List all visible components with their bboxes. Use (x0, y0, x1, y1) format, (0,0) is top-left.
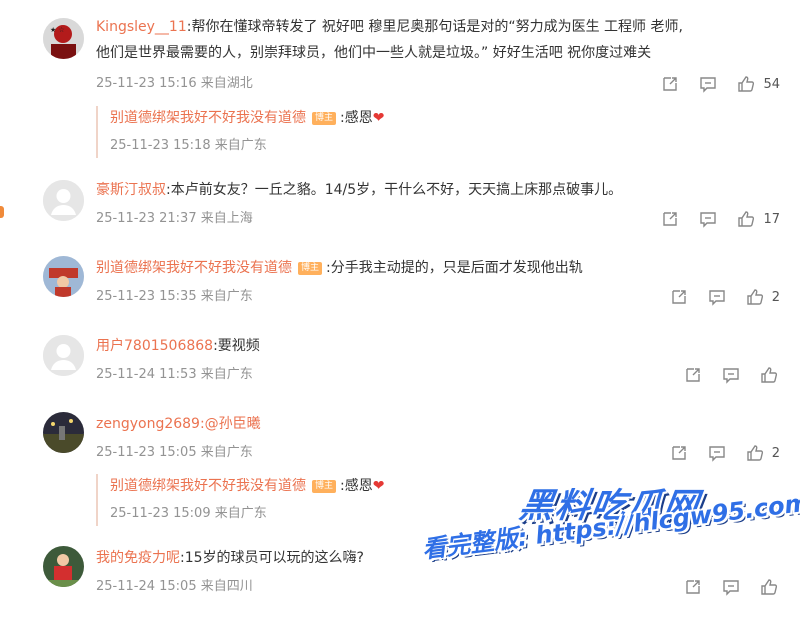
comment-actions (666, 364, 780, 386)
comment-actions (666, 576, 780, 598)
heart-icon: ❤ (372, 478, 385, 494)
reply-block: 别道德绑架我好不好我没有道德 博主:感恩❤ 25-11-23 15:18 来自广东 (96, 106, 778, 158)
like-count: 17 (763, 211, 780, 227)
comment-actions: 17 (643, 208, 780, 230)
share-icon[interactable] (659, 208, 681, 230)
like-icon[interactable] (735, 208, 757, 230)
share-icon[interactable] (668, 286, 690, 308)
heart-icon: ❤ (372, 110, 385, 126)
author-badge: 博主 (312, 480, 337, 493)
comment-icon[interactable] (697, 208, 719, 230)
comment-text: Kingsley__11:帮你在懂球帝转发了 祝好吧 穆里尼奥那句话是对的“努力… (96, 19, 683, 35)
like-icon[interactable] (744, 286, 766, 308)
reply-block: 别道德绑架我好不好我没有道德 博主:感恩❤ 25-11-23 15:09 来自广东 (96, 474, 778, 526)
reply-text: 别道德绑架我好不好我没有道德 博主:感恩❤ (110, 478, 385, 494)
username-link[interactable]: 别道德绑架我好不好我没有道德 (96, 260, 292, 276)
username-link[interactable]: 我的免疫力呢 (96, 550, 180, 566)
username-link[interactable]: 用户7801506868 (96, 338, 213, 354)
username-link[interactable]: 豪斯汀叔叔 (96, 182, 166, 198)
comment-timestamp: 25-11-23 15:05 来自广东 (96, 445, 253, 460)
comment-icon[interactable] (706, 286, 728, 308)
like-icon[interactable] (735, 73, 757, 95)
mention-link[interactable]: :@孙臣曦 (200, 416, 261, 432)
share-icon[interactable] (659, 73, 681, 95)
comment-timestamp: 25-11-24 11:53 来自广东 (96, 367, 253, 382)
edge-marker (0, 206, 4, 218)
comment-text: 豪斯汀叔叔:本卢前女友？一丘之貉。14/5岁，干什么不好，天天搞上床那点破事儿。 (96, 182, 623, 198)
share-icon[interactable] (682, 576, 704, 598)
avatar[interactable] (43, 412, 84, 453)
comment-timestamp: 25-11-23 21:37 来自上海 (96, 211, 253, 226)
comment-actions: 54 (643, 73, 780, 95)
like-icon[interactable] (758, 364, 780, 386)
reply-username-link[interactable]: 别道德绑架我好不好我没有道德 (110, 110, 306, 126)
like-count: 54 (763, 76, 780, 92)
author-badge: 博主 (298, 262, 323, 275)
comment-timestamp: 25-11-23 15:35 来自广东 (96, 289, 253, 304)
like-icon[interactable] (744, 442, 766, 464)
comment-icon[interactable] (706, 442, 728, 464)
comment-actions: 2 (652, 442, 780, 464)
avatar[interactable] (43, 180, 84, 221)
comment-icon[interactable] (697, 73, 719, 95)
avatar[interactable] (43, 546, 84, 587)
like-count: 2 (771, 289, 780, 305)
comment-icon[interactable] (720, 364, 742, 386)
comment-text: zengyong2689:@孙臣曦 (96, 414, 261, 434)
avatar[interactable] (43, 256, 84, 297)
reply-username-link[interactable]: 别道德绑架我好不好我没有道德 (110, 478, 306, 494)
username-link[interactable]: Kingsley__11 (96, 19, 187, 35)
comment-actions: 2 (652, 286, 780, 308)
like-icon[interactable] (758, 576, 780, 598)
comment-timestamp: 25-11-24 15:05 来自四川 (96, 579, 253, 594)
share-icon[interactable] (668, 442, 690, 464)
share-icon[interactable] (682, 364, 704, 386)
comment-text: 我的免疫力呢:15岁的球员可以玩的这么嗨? (96, 550, 364, 566)
reply-text: 别道德绑架我好不好我没有道德 博主:感恩❤ (110, 110, 385, 126)
comment-timestamp: 25-11-23 15:16 来自湖北 (96, 76, 253, 91)
username-link[interactable]: zengyong2689 (96, 416, 200, 432)
comment-text-continued: 他们是世界最需要的人，别崇拜球员，他们中一些人就是垃圾。” 好好生活吧 祝你度过… (96, 45, 652, 61)
comment-text: 别道德绑架我好不好我没有道德 博主:分手我主动提的，只是后面才发现他出轨 (96, 260, 583, 276)
avatar[interactable] (43, 335, 84, 376)
reply-timestamp: 25-11-23 15:09 来自广东 (110, 506, 267, 521)
avatar[interactable]: ★ ☆ (43, 18, 84, 59)
svg-text:★ ☆: ★ ☆ (50, 26, 65, 34)
like-count: 2 (771, 445, 780, 461)
comment-text: 用户7801506868:要视频 (96, 338, 260, 354)
author-badge: 博主 (312, 112, 337, 125)
comment-icon[interactable] (720, 576, 742, 598)
reply-timestamp: 25-11-23 15:18 来自广东 (110, 138, 267, 153)
